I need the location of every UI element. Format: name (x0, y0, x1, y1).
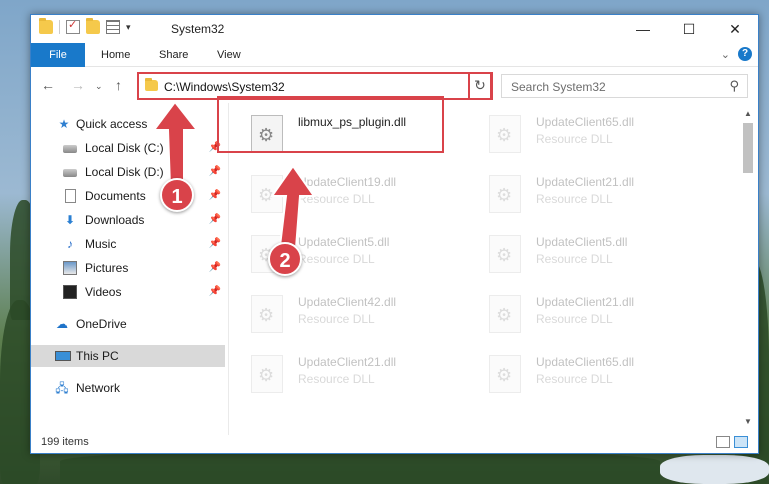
arrow-2 (270, 164, 316, 250)
callout-badge-2: 2 (268, 242, 302, 276)
annotation-arrows (152, 100, 316, 250)
arrow-1 (152, 100, 200, 187)
callout-badge-1: 1 (160, 178, 194, 212)
